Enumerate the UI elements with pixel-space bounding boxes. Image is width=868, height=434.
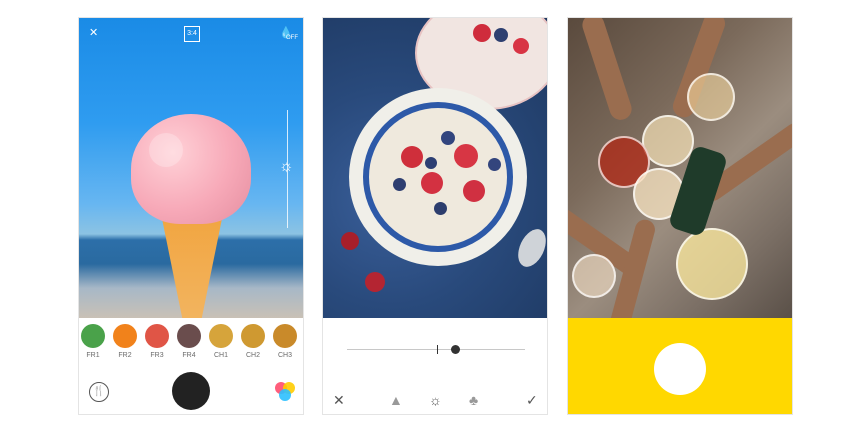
- fork-knife-icon[interactable]: 🍴: [89, 382, 109, 402]
- raspberry: [463, 180, 485, 202]
- shutter-button[interactable]: [654, 343, 706, 395]
- filter-item[interactable]: FR4: [175, 324, 203, 359]
- ice-cream-scoop-highlight: [149, 133, 183, 167]
- edit-bottom-bar: ✕ ▲ ☼ ♣ ✓: [323, 388, 547, 414]
- filter-item[interactable]: FR1: [79, 324, 107, 359]
- phone-camera-yellow-screen: [567, 17, 793, 415]
- intensity-slider-track[interactable]: [347, 349, 525, 350]
- color-circles-icon[interactable]: [275, 382, 297, 404]
- close-icon[interactable]: ✕: [333, 392, 345, 409]
- filter-label: FR4: [182, 352, 196, 359]
- filter-thumbnail: [209, 324, 233, 348]
- blueberry: [393, 178, 406, 191]
- phone-edit-screen: ✕ ▲ ☼ ♣ ✓: [322, 17, 548, 415]
- filter-item[interactable]: FR3: [143, 324, 171, 359]
- filter-item[interactable]: CH3: [271, 324, 299, 359]
- glass: [687, 73, 735, 121]
- blueberry: [434, 202, 447, 215]
- filter-item[interactable]: CH2: [239, 324, 267, 359]
- filter-thumbnail: [241, 324, 265, 348]
- raspberry: [401, 146, 423, 168]
- raspberry: [365, 272, 385, 292]
- filter-label: CH3: [277, 352, 292, 359]
- ice-cream-scoop: [131, 114, 251, 224]
- phone-camera-screen: ✕ 3:4 💧 OFF ☼ FR1 FR2 FR3 FR4 CH1 CH2 CH…: [78, 17, 304, 415]
- filter-item[interactable]: FR2: [111, 324, 139, 359]
- raspberry: [421, 172, 443, 194]
- camera-top-bar: ✕ 3:4 💧 OFF: [79, 24, 303, 46]
- raspberry: [513, 38, 529, 54]
- glass: [572, 254, 616, 298]
- slider-center-tick: [437, 345, 438, 354]
- blueberry: [441, 131, 455, 145]
- spoon: [512, 224, 547, 272]
- filter-label: CH2: [245, 352, 260, 359]
- filter-thumbnail: [145, 324, 169, 348]
- aspect-ratio-label: 3:4: [187, 30, 197, 37]
- blueberry: [488, 158, 501, 171]
- arm: [579, 18, 635, 123]
- blueberry: [494, 28, 508, 42]
- brightness-icon[interactable]: ☼: [429, 392, 442, 408]
- intensity-slider-knob[interactable]: [451, 345, 460, 354]
- glass: [676, 228, 748, 300]
- filter-thumbnail: [273, 324, 297, 348]
- flash-off-icon[interactable]: ✕: [89, 26, 98, 39]
- saturation-icon[interactable]: ♣: [469, 392, 478, 408]
- brightness-icon[interactable]: ☼: [279, 158, 294, 176]
- aspect-ratio-button[interactable]: 3:4: [184, 26, 200, 42]
- oatmeal-photo: [323, 18, 547, 318]
- filter-label: FR3: [150, 352, 164, 359]
- raspberry: [473, 24, 491, 42]
- filter-label: CH1: [213, 352, 228, 359]
- filter-strip: FR1 FR2 FR3 FR4 CH1 CH2 CH3: [79, 324, 303, 368]
- ice-cream-photo: [79, 18, 303, 318]
- blueberry: [425, 157, 437, 169]
- adjust-icon[interactable]: ▲: [389, 392, 403, 408]
- filter-thumbnail: [177, 324, 201, 348]
- filter-thumbnail: [81, 324, 105, 348]
- check-icon[interactable]: ✓: [526, 392, 538, 409]
- drinks-table-photo: [568, 18, 792, 318]
- drop-off-label: OFF: [286, 35, 298, 41]
- shutter-button[interactable]: [172, 372, 210, 410]
- raspberry: [454, 144, 478, 168]
- filter-label: FR1: [86, 352, 100, 359]
- filter-item[interactable]: CH1: [207, 324, 235, 359]
- raspberry: [341, 232, 359, 250]
- filter-thumbnail: [113, 324, 137, 348]
- filter-label: FR2: [118, 352, 132, 359]
